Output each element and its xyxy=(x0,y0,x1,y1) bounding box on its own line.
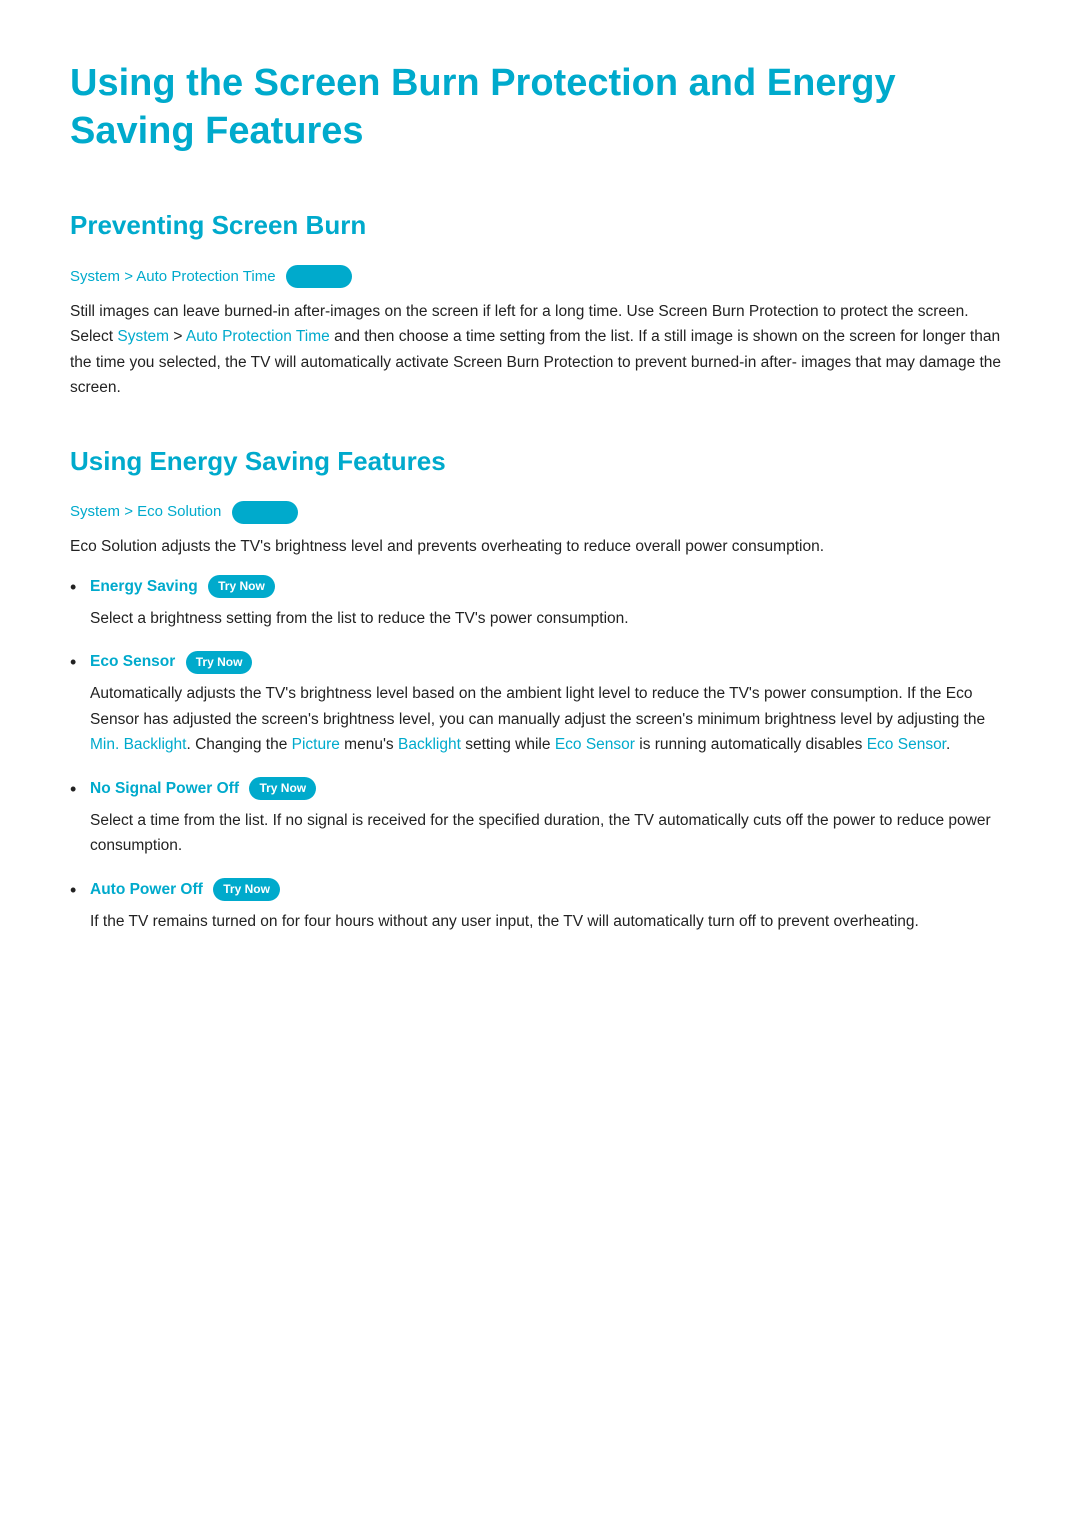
try-now-badge-energy-saving[interactable]: Try Now xyxy=(208,575,275,598)
section-energy-saving: Using Energy Saving Features System > Ec… xyxy=(70,441,1010,934)
energy-intro-text: Eco Solution adjusts the TV's brightness… xyxy=(70,534,1010,560)
breadcrumb-system-energy-link[interactable]: System xyxy=(70,503,120,520)
list-item-no-signal: No Signal Power Off Try Now Select a tim… xyxy=(70,776,1010,859)
inline-eco-sensor-link[interactable]: Eco Sensor xyxy=(555,736,635,753)
energy-saving-label: Energy Saving xyxy=(90,578,198,595)
list-item-eco-sensor: Eco Sensor Try Now Automatically adjusts… xyxy=(70,649,1010,757)
inline-system-link[interactable]: System xyxy=(117,328,169,345)
auto-power-off-description: If the TV remains turned on for four hou… xyxy=(90,909,1010,935)
energy-feature-list: Energy Saving Try Now Select a brightnes… xyxy=(70,574,1010,934)
energy-saving-description: Select a brightness setting from the lis… xyxy=(90,606,1010,632)
breadcrumb-separator: > xyxy=(124,268,136,285)
inline-backlight-link[interactable]: Backlight xyxy=(398,736,461,753)
breadcrumb-screen-burn: System > Auto Protection Time Try Now xyxy=(70,265,1010,289)
breadcrumb-energy: System > Eco Solution Try Now xyxy=(70,500,1010,524)
page-title: Using the Screen Burn Protection and Ene… xyxy=(70,60,1010,155)
inline-auto-protection-link[interactable]: Auto Protection Time xyxy=(186,328,330,345)
eco-sensor-description: Automatically adjusts the TV's brightnes… xyxy=(90,681,1010,758)
try-now-badge-no-signal[interactable]: Try Now xyxy=(249,777,316,800)
no-signal-description: Select a time from the list. If no signa… xyxy=(90,808,1010,859)
breadcrumb-separator-energy: > xyxy=(124,503,137,520)
screen-burn-body-text: Still images can leave burned-in after-i… xyxy=(70,299,1010,401)
auto-power-off-label: Auto Power Off xyxy=(90,881,203,898)
eco-sensor-label: Eco Sensor xyxy=(90,653,175,670)
section-screen-burn-title: Preventing Screen Burn xyxy=(70,205,1010,247)
breadcrumb-eco-solution-link[interactable]: Eco Solution xyxy=(137,503,221,520)
try-now-badge-eco-sensor[interactable]: Try Now xyxy=(186,651,253,674)
inline-min-backlight-link[interactable]: Min. Backlight xyxy=(90,736,186,753)
list-item-energy-saving: Energy Saving Try Now Select a brightnes… xyxy=(70,574,1010,631)
no-signal-label: No Signal Power Off xyxy=(90,780,239,797)
inline-picture-link[interactable]: Picture xyxy=(292,736,340,753)
try-now-badge-eco-solution[interactable]: Try Now xyxy=(232,501,299,524)
section-energy-saving-title: Using Energy Saving Features xyxy=(70,441,1010,483)
try-now-badge-auto-power-off[interactable]: Try Now xyxy=(213,878,280,901)
breadcrumb-auto-protection-link[interactable]: Auto Protection Time xyxy=(136,268,275,285)
breadcrumb-system-link[interactable]: System xyxy=(70,268,120,285)
try-now-badge-screen-burn[interactable]: Try Now xyxy=(286,265,353,288)
section-screen-burn: Preventing Screen Burn System > Auto Pro… xyxy=(70,205,1010,401)
inline-eco-sensor-link2[interactable]: Eco Sensor xyxy=(867,736,946,753)
list-item-auto-power-off: Auto Power Off Try Now If the TV remains… xyxy=(70,877,1010,934)
